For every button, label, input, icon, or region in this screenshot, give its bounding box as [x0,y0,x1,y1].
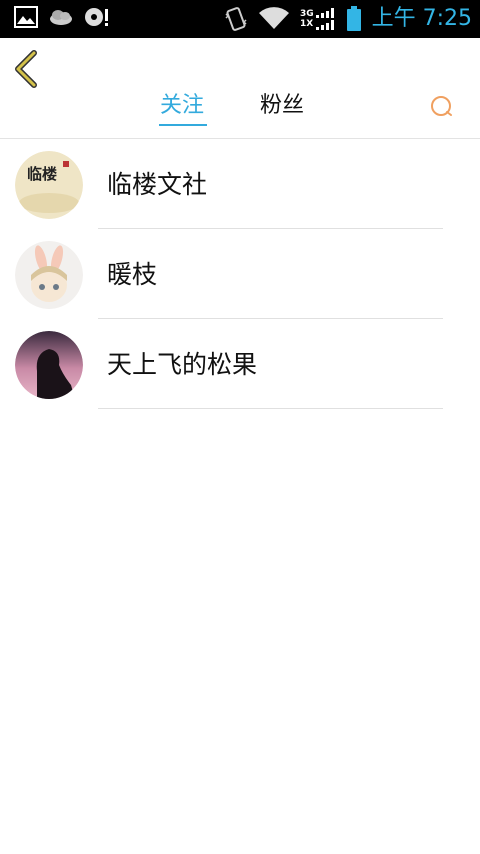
vibrate-icon [225,7,247,31]
svg-text:临楼: 临楼 [27,165,57,183]
user-name: 暖枝 [107,260,158,289]
following-list: 临楼 临楼文社 暖枝 天上飞的松果 [0,139,480,409]
battery-icon [346,6,361,31]
search-icon[interactable] [428,93,458,123]
avatar: 临楼 [15,151,83,219]
row-divider [98,408,443,409]
disc-alert-icon [85,8,108,26]
network-type-top: 3G [299,9,314,19]
clock: 上午 7:25 [371,6,472,31]
gallery-icon [14,6,38,28]
avatar [15,241,83,309]
status-bar: 3G 1X 上午 7:25 [0,0,480,38]
avatar [15,331,83,399]
active-tab-indicator [159,124,207,126]
back-arrow-icon[interactable] [12,49,42,89]
list-item[interactable]: 临楼 临楼文社 [0,139,480,229]
list-item[interactable]: 天上飞的松果 [0,319,480,409]
wifi-icon [258,7,289,30]
signal-icon [315,8,334,30]
weather-icon [50,10,72,25]
network-type-bottom: 1X [299,19,314,29]
list-item[interactable]: 暖枝 [0,229,480,319]
tab-fans[interactable]: 粉丝 [260,88,304,124]
user-name: 天上飞的松果 [107,350,258,379]
user-name: 临楼文社 [107,170,208,199]
tab-following[interactable]: 关注 [160,88,204,124]
